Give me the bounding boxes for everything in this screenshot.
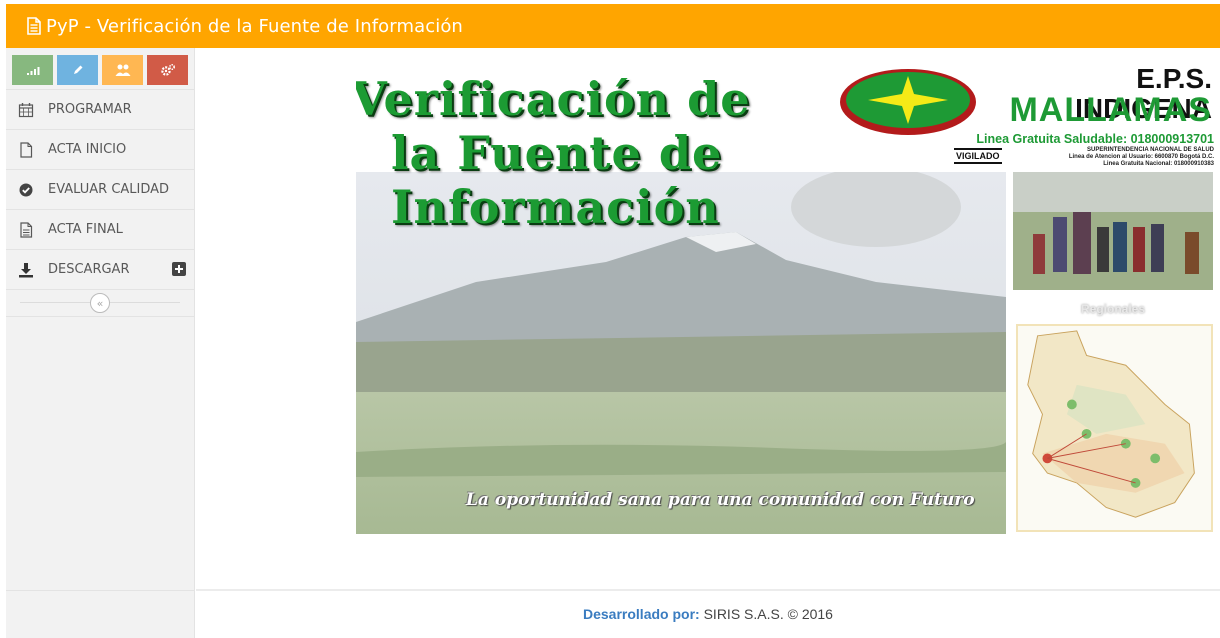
sidebar-item-programar[interactable]: PROGRAMAR [6, 90, 194, 130]
edit-shortcut-button[interactable] [57, 55, 98, 85]
users-icon [115, 64, 130, 76]
sidebar-item-evaluar-calidad[interactable]: EVALUAR CALIDAD [6, 170, 194, 210]
footer-divider [196, 589, 1220, 591]
settings-shortcut-button[interactable] [147, 55, 188, 85]
expand-plus-icon[interactable] [172, 262, 186, 276]
double-chevron-left-icon: « [96, 296, 104, 310]
sidebar-item-descargar[interactable]: DESCARGAR [6, 250, 194, 290]
sidebar-item-label: PROGRAMAR [48, 102, 132, 117]
banner-title: Verificación de la Fuente de Información [356, 72, 751, 234]
eps-phone: Linea Gratuita Saludable: 018000913701 [976, 132, 1214, 146]
regionales-label: Regionales [1080, 302, 1146, 316]
sidebar-footer [6, 590, 194, 638]
header-bar: PyP - Verificación de la Fuente de Infor… [6, 4, 1220, 48]
sidebar-item-label: ACTA FINAL [48, 222, 123, 237]
supersalud-line: Linea de Atencion al Usuario: 6600870 Bo… [1068, 154, 1214, 160]
footer-text: SIRIS S.A.S. © 2016 [703, 606, 833, 622]
supersalud-info: SUPERINTENDENCIA NACIONAL DE SALUD Linea… [1022, 147, 1214, 168]
footer-label: Desarrollado por: [583, 606, 700, 622]
community-photo [1013, 172, 1213, 290]
banner-title-line: la Fuente de [391, 126, 723, 180]
mallamas-logo-icon [840, 69, 976, 135]
cogs-icon [160, 63, 175, 76]
calendar-icon [18, 102, 34, 118]
download-icon [18, 262, 34, 278]
signal-icon [26, 67, 39, 75]
banner-title-line: Información [391, 180, 720, 234]
stats-shortcut-button[interactable] [12, 55, 53, 85]
sidebar-item-label: DESCARGAR [48, 262, 130, 277]
supersalud-line: Linea Gratuita Nacional: 018000910383 [1103, 161, 1214, 167]
sidebar-item-acta-inicio[interactable]: ACTA INICIO [6, 130, 194, 170]
sidebar-item-acta-final[interactable]: ACTA FINAL [6, 210, 194, 250]
banner-tagline: La oportunidad sana para una comunidad c… [466, 490, 975, 510]
eps-subtitle: MALLAMAS [1009, 91, 1212, 129]
banner-title-line: Verificación de [356, 72, 751, 126]
file-text-icon [18, 221, 34, 238]
page: PyP - Verificación de la Fuente de Infor… [0, 0, 1220, 638]
sidebar-item-label: ACTA INICIO [48, 142, 127, 157]
supersalud-line: SUPERINTENDENCIA NACIONAL DE SALUD [1086, 147, 1214, 153]
sidebar: PROGRAMAR ACTA INICIO EVALUAR CALIDAD AC… [6, 48, 195, 638]
banner-image: Verificación de la Fuente de Información… [356, 62, 1214, 534]
sidebar-collapse-button[interactable]: « [90, 293, 110, 313]
check-circle-icon [18, 182, 34, 198]
footer: Desarrollado por: SIRIS S.A.S. © 2016 [196, 606, 1220, 622]
page-title: PyP - Verificación de la Fuente de Infor… [46, 15, 463, 37]
sidebar-collapse-row: « [6, 290, 194, 317]
sidebar-shortcuts [6, 48, 194, 90]
document-icon [27, 17, 41, 35]
file-icon [18, 141, 34, 158]
users-shortcut-button[interactable] [102, 55, 143, 85]
sidebar-item-label: EVALUAR CALIDAD [48, 182, 170, 197]
pencil-icon [73, 65, 82, 74]
vigilado-badge: VIGILADO [954, 148, 1002, 164]
